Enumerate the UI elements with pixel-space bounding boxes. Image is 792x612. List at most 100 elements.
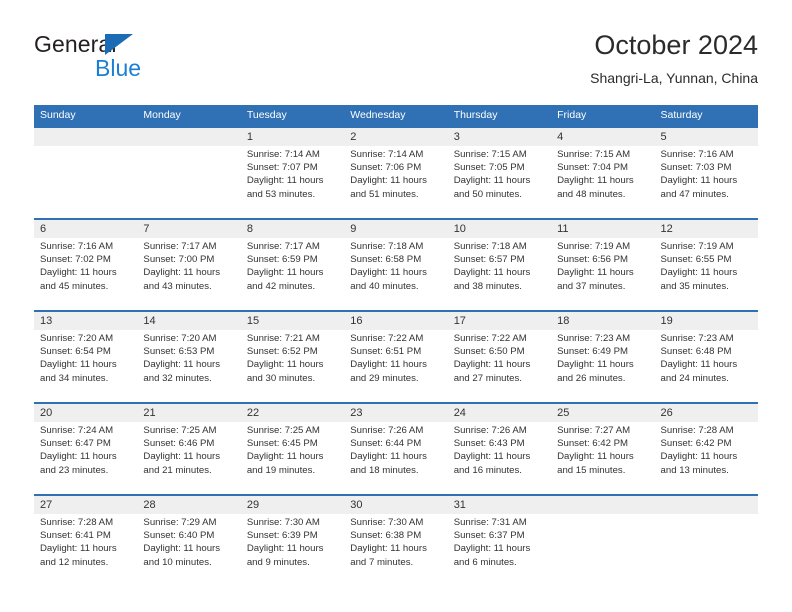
day-cell[interactable]: 17 Sunrise: 7:22 AM Sunset: 6:50 PM Dayl…	[448, 312, 551, 402]
day-cell[interactable]	[551, 496, 654, 586]
day-number: 3	[453, 131, 460, 143]
daylight-text: Daylight: 11 hours and 26 minutes.	[557, 359, 634, 384]
day-cell[interactable]	[34, 128, 137, 218]
sunrise-text: Sunrise: 7:19 AM	[660, 241, 734, 252]
day-info: Sunrise: 7:22 AM Sunset: 6:51 PM Dayligh…	[350, 332, 447, 385]
day-cell[interactable]: 29 Sunrise: 7:30 AM Sunset: 6:39 PM Dayl…	[241, 496, 344, 586]
sunrise-text: Sunrise: 7:26 AM	[453, 425, 527, 436]
day-cell[interactable]: 13 Sunrise: 7:20 AM Sunset: 6:54 PM Dayl…	[34, 312, 137, 402]
daylight-text: Daylight: 11 hours and 19 minutes.	[246, 451, 324, 476]
daylight-text: Daylight: 11 hours and 34 minutes.	[40, 359, 117, 384]
sunrise-text: Sunrise: 7:26 AM	[350, 425, 424, 436]
day-info: Sunrise: 7:27 AM Sunset: 6:42 PM Dayligh…	[557, 424, 654, 477]
day-cell[interactable]: 11 Sunrise: 7:19 AM Sunset: 6:56 PM Dayl…	[551, 220, 654, 310]
sunset-text: Sunset: 7:04 PM	[557, 162, 629, 174]
day-info: Sunrise: 7:20 AM Sunset: 6:53 PM Dayligh…	[143, 332, 240, 385]
weekday-header-monday: Monday	[143, 109, 181, 121]
day-cell[interactable]: 22 Sunrise: 7:25 AM Sunset: 6:45 PM Dayl…	[241, 404, 344, 494]
logo-word-blue: Blue	[95, 55, 142, 81]
day-cell[interactable]: 31 Sunrise: 7:31 AM Sunset: 6:37 PM Dayl…	[448, 496, 551, 586]
day-number: 5	[660, 131, 667, 143]
day-cell[interactable]: 2 Sunrise: 7:14 AM Sunset: 7:06 PM Dayli…	[344, 128, 447, 218]
day-cell[interactable]: 30 Sunrise: 7:30 AM Sunset: 6:38 PM Dayl…	[344, 496, 447, 586]
day-number: 4	[557, 131, 564, 143]
day-info: Sunrise: 7:25 AM Sunset: 6:45 PM Dayligh…	[247, 424, 344, 477]
day-cell[interactable]: 15 Sunrise: 7:21 AM Sunset: 6:52 PM Dayl…	[241, 312, 344, 402]
day-number: 29	[246, 499, 260, 511]
day-info: Sunrise: 7:30 AM Sunset: 6:39 PM Dayligh…	[247, 516, 344, 569]
weekday-header-thursday: Thursday	[453, 109, 498, 121]
day-cell[interactable]: 27 Sunrise: 7:28 AM Sunset: 6:41 PM Dayl…	[34, 496, 137, 586]
general-blue-logo[interactable]: General Blue	[34, 31, 264, 93]
daylight-text: Daylight: 11 hours and 38 minutes.	[453, 267, 531, 292]
day-number: 1	[246, 131, 253, 143]
weekday-header-saturday: Saturday	[660, 109, 703, 121]
day-number: 9	[350, 223, 357, 235]
daylight-text: Daylight: 11 hours and 45 minutes.	[40, 267, 117, 292]
week-row: 13 Sunrise: 7:20 AM Sunset: 6:54 PM Dayl…	[34, 310, 758, 402]
day-cell[interactable]: 3 Sunrise: 7:15 AM Sunset: 7:05 PM Dayli…	[448, 128, 551, 218]
sunrise-text: Sunrise: 7:17 AM	[246, 241, 320, 252]
sunrise-text: Sunrise: 7:18 AM	[453, 241, 527, 252]
day-cell[interactable]: 21 Sunrise: 7:25 AM Sunset: 6:46 PM Dayl…	[137, 404, 240, 494]
day-cell[interactable]: 7 Sunrise: 7:17 AM Sunset: 7:00 PM Dayli…	[137, 220, 240, 310]
sunrise-text: Sunrise: 7:17 AM	[143, 241, 217, 252]
sunrise-text: Sunrise: 7:16 AM	[40, 241, 114, 252]
calendar-grid: Sunday Monday Tuesday Wednesday Thursday…	[34, 105, 758, 586]
day-cell[interactable]	[137, 128, 240, 218]
day-cell[interactable]: 4 Sunrise: 7:15 AM Sunset: 7:04 PM Dayli…	[551, 128, 654, 218]
day-number: 28	[143, 499, 156, 511]
sunset-text: Sunset: 6:56 PM	[557, 254, 629, 266]
day-info: Sunrise: 7:20 AM Sunset: 6:54 PM Dayligh…	[40, 332, 137, 385]
day-cell[interactable]: 9 Sunrise: 7:18 AM Sunset: 6:58 PM Dayli…	[344, 220, 447, 310]
day-cell[interactable]: 16 Sunrise: 7:22 AM Sunset: 6:51 PM Dayl…	[344, 312, 447, 402]
day-cell[interactable]: 26 Sunrise: 7:28 AM Sunset: 6:42 PM Dayl…	[655, 404, 758, 494]
sunrise-text: Sunrise: 7:23 AM	[557, 333, 631, 344]
sunset-text: Sunset: 7:02 PM	[40, 254, 111, 266]
day-number: 22	[246, 407, 260, 419]
sunset-text: Sunset: 7:05 PM	[453, 162, 525, 174]
daylight-text: Daylight: 11 hours and 30 minutes.	[246, 359, 324, 384]
sunrise-text: Sunrise: 7:28 AM	[40, 517, 114, 528]
day-cell[interactable]: 6 Sunrise: 7:16 AM Sunset: 7:02 PM Dayli…	[34, 220, 137, 310]
day-cell[interactable]: 14 Sunrise: 7:20 AM Sunset: 6:53 PM Dayl…	[137, 312, 240, 402]
day-cell[interactable]: 19 Sunrise: 7:23 AM Sunset: 6:48 PM Dayl…	[655, 312, 758, 402]
calendar-page: General Blue October 2024 Shangri-La, Yu…	[0, 0, 792, 612]
sunrise-text: Sunrise: 7:22 AM	[453, 333, 527, 344]
day-number: 23	[350, 407, 363, 419]
sunset-text: Sunset: 6:42 PM	[660, 438, 732, 450]
page-subtitle: Shangri-La, Yunnan, China	[590, 70, 758, 86]
day-number: 14	[143, 315, 156, 327]
sunset-text: Sunset: 6:55 PM	[660, 254, 732, 266]
sunset-text: Sunset: 6:46 PM	[143, 438, 215, 450]
sunset-text: Sunset: 6:48 PM	[660, 346, 732, 358]
day-cell[interactable]: 18 Sunrise: 7:23 AM Sunset: 6:49 PM Dayl…	[551, 312, 654, 402]
sunrise-text: Sunrise: 7:14 AM	[246, 149, 320, 160]
day-cell[interactable]: 5 Sunrise: 7:16 AM Sunset: 7:03 PM Dayli…	[655, 128, 758, 218]
day-cell[interactable]: 1 Sunrise: 7:14 AM Sunset: 7:07 PM Dayli…	[241, 128, 344, 218]
day-cell[interactable]: 20 Sunrise: 7:24 AM Sunset: 6:47 PM Dayl…	[34, 404, 137, 494]
day-info: Sunrise: 7:14 AM Sunset: 7:07 PM Dayligh…	[247, 148, 344, 201]
day-number: 21	[143, 407, 156, 419]
day-number: 6	[40, 223, 47, 235]
daylight-text: Daylight: 11 hours and 12 minutes.	[40, 543, 117, 568]
page-header: General Blue October 2024 Shangri-La, Yu…	[34, 28, 758, 98]
day-cell[interactable]: 12 Sunrise: 7:19 AM Sunset: 6:55 PM Dayl…	[655, 220, 758, 310]
day-info: Sunrise: 7:21 AM Sunset: 6:52 PM Dayligh…	[247, 332, 344, 385]
sunrise-text: Sunrise: 7:16 AM	[660, 149, 734, 160]
sunset-text: Sunset: 6:40 PM	[143, 530, 215, 542]
sunrise-text: Sunrise: 7:25 AM	[246, 425, 320, 436]
day-cell[interactable]: 25 Sunrise: 7:27 AM Sunset: 6:42 PM Dayl…	[551, 404, 654, 494]
day-cell[interactable]: 28 Sunrise: 7:29 AM Sunset: 6:40 PM Dayl…	[137, 496, 240, 586]
day-cell[interactable]: 8 Sunrise: 7:17 AM Sunset: 6:59 PM Dayli…	[241, 220, 344, 310]
weekday-header-sunday: Sunday	[40, 109, 76, 121]
day-number: 10	[453, 223, 466, 235]
day-number: 18	[557, 315, 570, 327]
day-cell[interactable]: 23 Sunrise: 7:26 AM Sunset: 6:44 PM Dayl…	[344, 404, 447, 494]
day-cell[interactable]: 10 Sunrise: 7:18 AM Sunset: 6:57 PM Dayl…	[448, 220, 551, 310]
day-cell[interactable]: 24 Sunrise: 7:26 AM Sunset: 6:43 PM Dayl…	[448, 404, 551, 494]
day-cell[interactable]	[655, 496, 758, 586]
day-info: Sunrise: 7:19 AM Sunset: 6:55 PM Dayligh…	[661, 240, 758, 293]
day-info: Sunrise: 7:14 AM Sunset: 7:06 PM Dayligh…	[350, 148, 447, 201]
daylight-text: Daylight: 11 hours and 7 minutes.	[350, 543, 427, 568]
